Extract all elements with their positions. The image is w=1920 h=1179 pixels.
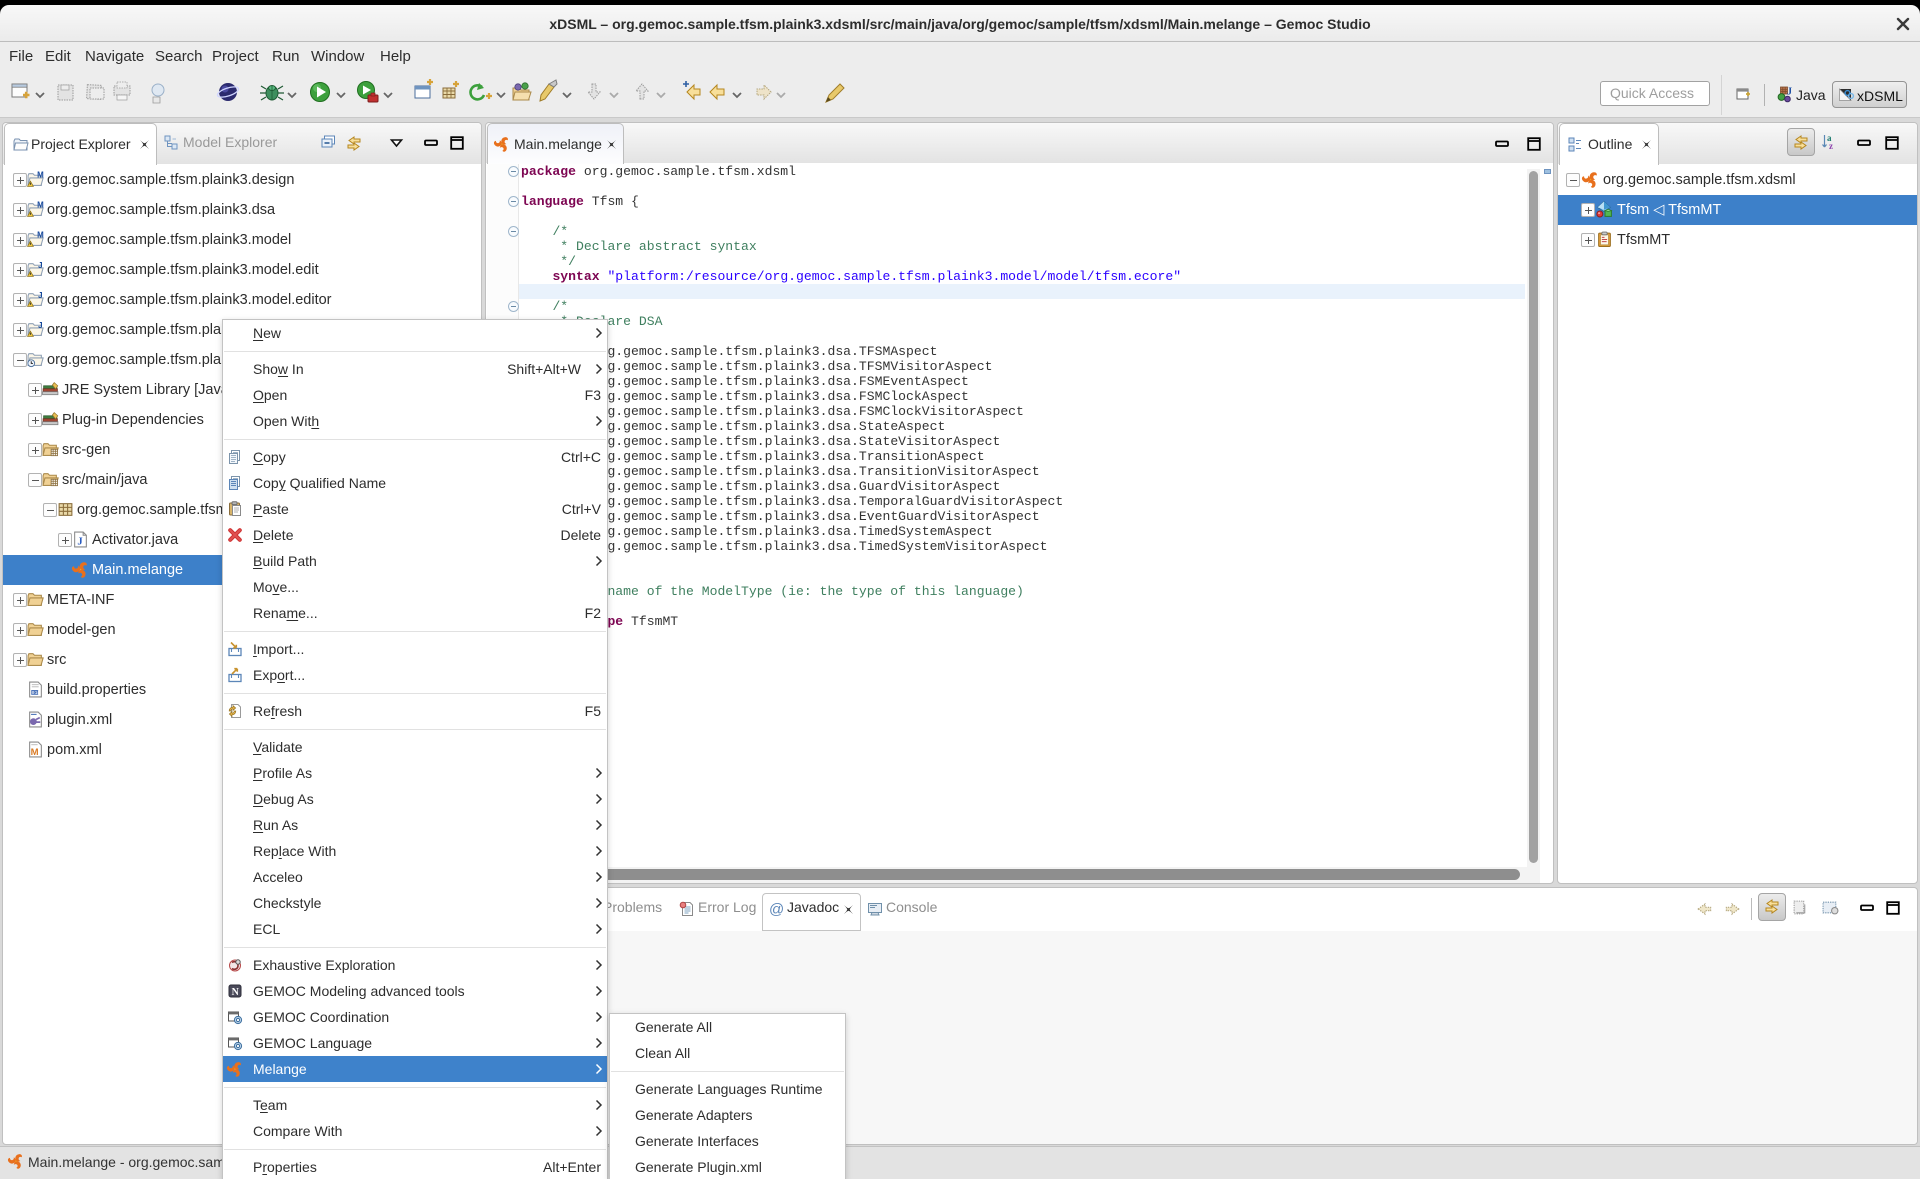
svg-text:M: M <box>37 201 44 210</box>
svg-text:M: M <box>37 231 44 240</box>
svg-text:J: J <box>38 261 42 270</box>
svg-text:@: @ <box>769 901 784 918</box>
svg-text:M: M <box>37 171 44 180</box>
svg-text:J: J <box>1787 87 1792 98</box>
svg-text:z: z <box>1829 141 1833 151</box>
svg-text:010: 010 <box>32 690 41 696</box>
svg-text:M: M <box>31 747 39 758</box>
svg-text:J: J <box>38 291 42 300</box>
svg-text:J: J <box>38 321 42 330</box>
svg-text:N: N <box>232 987 240 998</box>
svg-text:J: J <box>77 536 83 547</box>
